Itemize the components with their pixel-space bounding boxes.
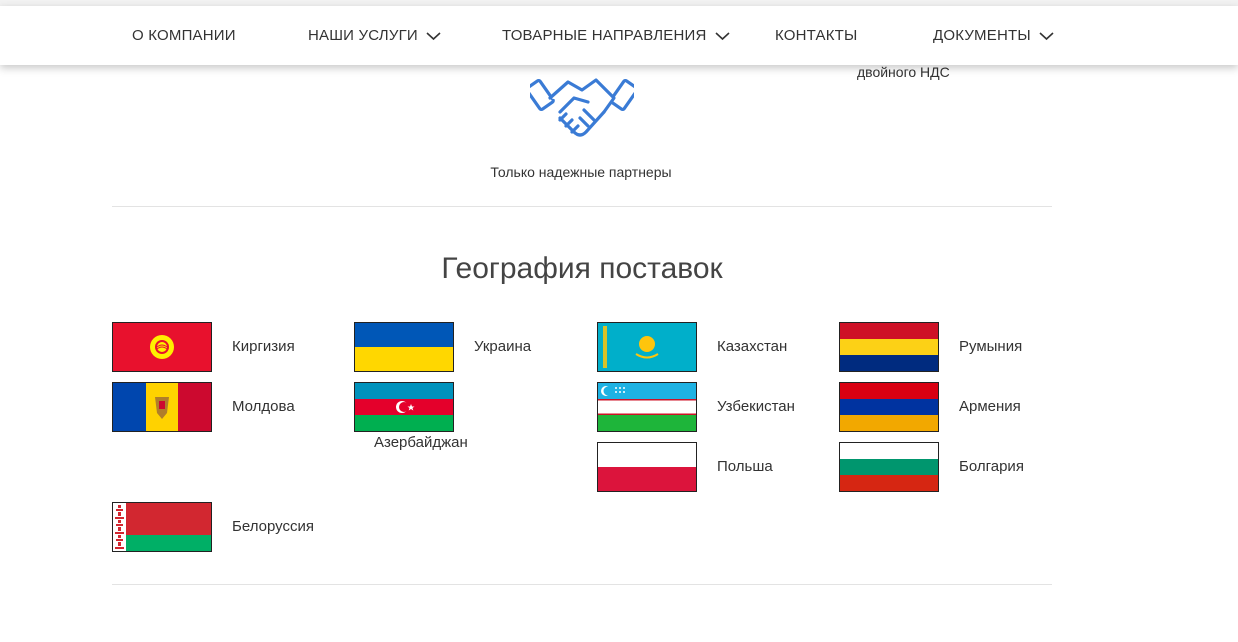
section-title: География поставок xyxy=(441,252,723,285)
country-name: Армения xyxy=(959,398,1021,415)
nav-item-label: КОНТАКТЫ xyxy=(775,27,858,44)
kazakhstan-flag xyxy=(597,322,697,372)
country-name: Румыния xyxy=(959,338,1023,355)
section-divider xyxy=(112,584,1052,585)
country-name: Узбекистан xyxy=(717,398,795,415)
nav-item-label: НАШИ УСЛУГИ xyxy=(308,27,418,44)
main-navbar: О КОМПАНИИ НАШИ УСЛУГИ ТОВАРНЫЕ НАПРАВЛЕ… xyxy=(0,6,1238,65)
country-name: Польша xyxy=(717,458,773,475)
nav-item-services[interactable]: НАШИ УСЛУГИ xyxy=(308,6,441,65)
nav-item-label: О КОМПАНИИ xyxy=(132,27,236,44)
romania-flag xyxy=(839,322,939,372)
country-name: Казахстан xyxy=(717,338,788,355)
country-name: Азербайджан xyxy=(374,434,468,451)
belarus-flag xyxy=(112,502,212,552)
chevron-down-icon xyxy=(426,31,441,40)
nav-item-product-lines[interactable]: ТОВАРНЫЕ НАПРАВЛЕНИЯ xyxy=(502,6,730,65)
nav-item-about[interactable]: О КОМПАНИИ xyxy=(132,6,236,65)
azerbaijan-flag xyxy=(354,382,454,432)
country-name: Украина xyxy=(474,338,532,355)
handshake-icon xyxy=(530,78,634,137)
kyrgyzstan-flag xyxy=(112,322,212,372)
feature-caption-partners: Только надежные партнеры xyxy=(490,164,672,180)
nav-item-documents[interactable]: ДОКУМЕНТЫ xyxy=(933,6,1054,65)
armenia-flag xyxy=(839,382,939,432)
section-divider xyxy=(112,206,1052,207)
bulgaria-flag xyxy=(839,442,939,492)
uzbekistan-flag xyxy=(597,382,697,432)
country-name: Молдова xyxy=(232,398,295,415)
ukraine-flag xyxy=(354,322,454,372)
country-name: Болгария xyxy=(959,458,1024,475)
moldova-flag xyxy=(112,382,212,432)
nav-item-label: ТОВАРНЫЕ НАПРАВЛЕНИЯ xyxy=(502,27,707,44)
feature-caption-vat: двойного НДС xyxy=(857,64,950,80)
chevron-down-icon xyxy=(1039,31,1054,40)
country-name: Киргизия xyxy=(232,338,295,355)
nav-item-label: ДОКУМЕНТЫ xyxy=(933,27,1031,44)
country-name: Белоруссия xyxy=(232,518,314,535)
chevron-down-icon xyxy=(715,31,730,40)
nav-item-contacts[interactable]: КОНТАКТЫ xyxy=(775,6,858,65)
poland-flag xyxy=(597,442,697,492)
